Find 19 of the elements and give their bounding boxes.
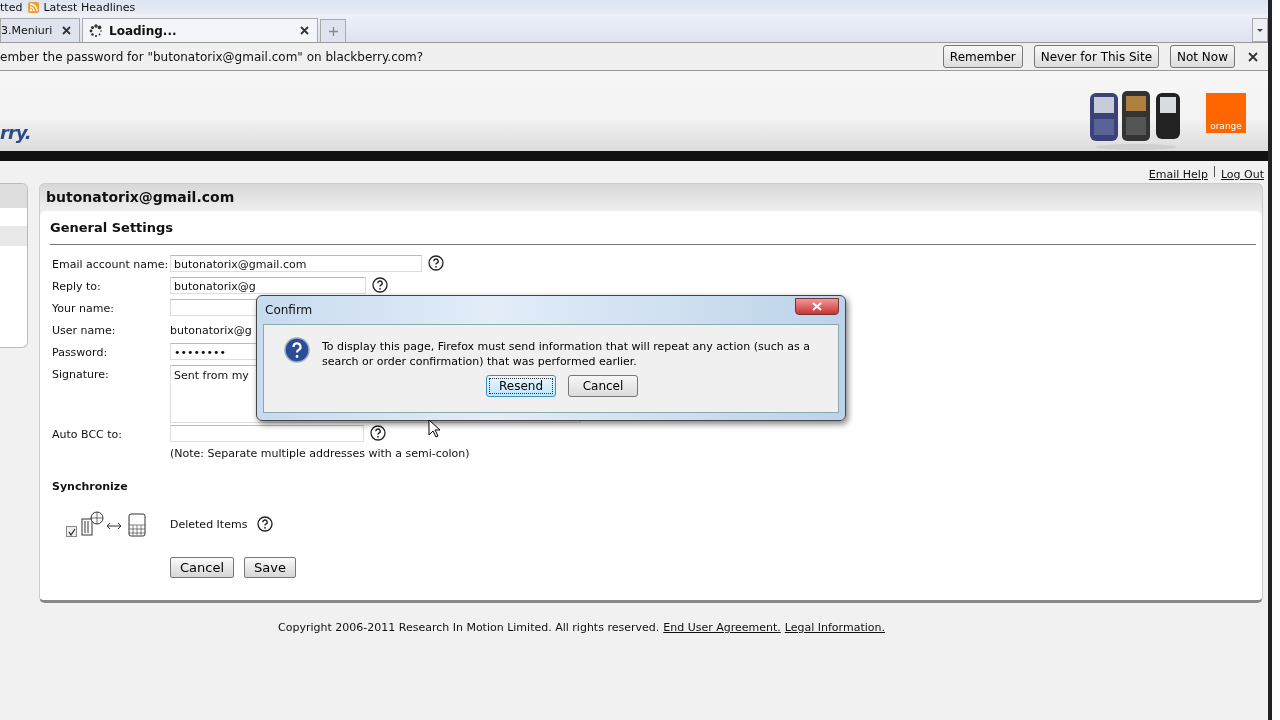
field-label: Auto BCC to: — [52, 427, 123, 443]
sync-item-label: Deleted Items — [170, 517, 248, 531]
field-note: (Note: Separate multiple addresses with a semi-colon) — [170, 447, 471, 460]
copyright-text: Copyright 2006-2011 Research In Motion Limited. All rights reserved. — [278, 621, 660, 634]
field-value: butonatorix@g — [170, 323, 252, 339]
field-label: Reply to: — [52, 279, 102, 295]
field-label: Your name: — [52, 301, 115, 317]
field-label: Signature: — [52, 367, 110, 383]
notification-message: ember the password for "butonatorix@gmail.com" on blackberry.com? — [0, 49, 424, 64]
carrier-logo: orange — [1206, 93, 1246, 133]
field-label: Email account name: — [52, 257, 170, 273]
section-heading: Synchronize — [52, 480, 129, 493]
account-title: butonatorix@gmail.com — [45, 188, 236, 207]
dialog-message: To display this page, Firefox must send information that will repeat any action (such as a search or order confirmation) that was performed earlier. — [322, 339, 811, 369]
field-label: Password: — [52, 345, 109, 361]
brand-logo: rry. — [0, 122, 31, 143]
dialog-title: Confirm — [265, 303, 313, 317]
field-label: User name: — [52, 323, 117, 339]
section-heading: General Settings — [50, 220, 1256, 245]
